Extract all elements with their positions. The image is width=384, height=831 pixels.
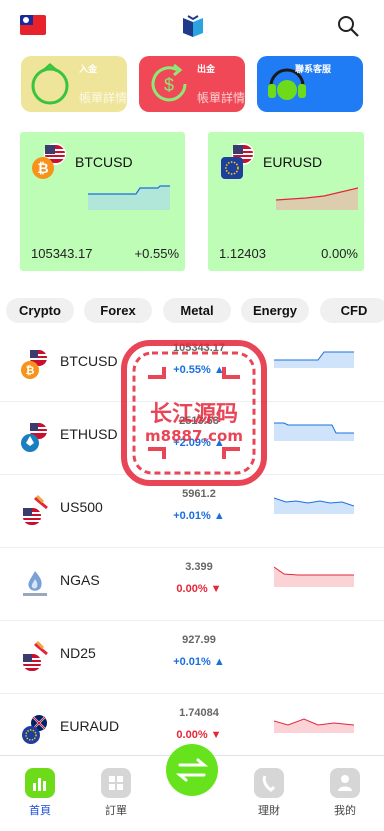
grid-icon [101,768,131,798]
user-icon [330,768,360,798]
symbol-name: ETHUSD [60,426,118,442]
change-value: +0.01% ▲ [173,510,225,522]
symbol-name: EURAUD [60,718,120,734]
featured-card-btcusd[interactable]: ₿ BTCUSD 105343.17 +0.55% [20,132,185,271]
withdraw-card[interactable]: $ 出金 帳單詳情 [139,56,245,112]
row-sparkline [274,718,354,733]
featured-sparkline [88,185,170,210]
tab-forex[interactable]: Forex [84,298,152,323]
symbol-name: NGAS [60,572,100,588]
us500-flags-icon [23,494,48,525]
symbol-name: BTCUSD [60,353,118,369]
nav-home[interactable]: 首頁 [15,768,65,828]
price-value: 105343.17 [173,342,225,354]
symbol-name: US500 [60,499,103,515]
taiwan-flag-icon[interactable] [20,15,46,35]
btc-usd-flags-icon: ₿ [32,143,66,179]
tab-crypto[interactable]: Crypto [6,298,74,323]
eur-aud-flags-icon [22,715,47,744]
price-value: 1.74084 [179,707,219,719]
change-value: +0.55% ▲ [173,364,225,376]
nav-orders-label: 訂單 [105,805,127,817]
app-logo-icon [183,15,203,37]
svg-text:$: $ [164,75,174,95]
price-value: 2513.63 [179,415,219,427]
nav-profile-label: 我的 [334,805,356,817]
nav-finance[interactable]: 理財 [244,768,294,828]
featured-card-eurusd[interactable]: EURUSD 1.12403 0.00% [208,132,364,271]
support-card[interactable]: 聯系客服 [257,56,363,112]
wallet-icon [31,63,69,105]
nav-profile[interactable]: 我的 [320,768,370,828]
featured-symbol: BTCUSD [75,154,133,170]
change-value: 0.00% ▼ [176,583,222,595]
row-sparkline [274,497,354,514]
list-item-ngas[interactable]: NGAS 3.399 0.00% ▼ [0,548,384,621]
svg-text:₿: ₿ [26,365,35,377]
nd25-flags-icon [23,640,48,671]
featured-price: 105343.17 [31,246,93,261]
deposit-title: 入金 [79,64,98,74]
price-value: 5961.2 [182,488,216,500]
row-sparkline [274,351,354,368]
ngas-flame-icon [23,571,47,596]
tab-energy[interactable]: Energy [241,298,309,323]
dollar-refresh-icon: $ [151,63,187,102]
row-sparkline [274,422,354,441]
symbol-name: ND25 [60,645,96,661]
featured-change: 0.00% [321,246,358,261]
deposit-subtitle: 帳單詳情 [79,91,127,105]
phone-icon [254,768,284,798]
svg-text:₿: ₿ [37,160,48,176]
list-item-btcusd[interactable]: ₿ BTCUSD 105343.17 +0.55% ▲ [0,329,384,402]
swap-arrows-icon [175,758,209,782]
price-value: 927.99 [182,634,216,646]
nav-home-label: 首頁 [29,805,51,817]
list-item-us500[interactable]: US500 5961.2 +0.01% ▲ [0,475,384,548]
withdraw-subtitle: 帳單詳情 [197,91,245,105]
eth-usd-flags-icon [21,423,47,452]
featured-sparkline [276,187,358,210]
change-value: 0.00% ▼ [176,729,222,741]
btc-usd-flags-icon: ₿ [21,350,47,379]
eur-usd-flags-icon [221,143,254,179]
search-icon[interactable] [336,14,360,38]
featured-change: +0.55% [134,246,179,261]
tab-cfd[interactable]: CFD [320,298,384,323]
withdraw-title: 出金 [197,64,216,74]
list-item-nd25[interactable]: ND25 927.99 +0.01% ▲ [0,621,384,694]
nav-orders[interactable]: 訂單 [91,768,141,828]
featured-price: 1.12403 [219,246,266,261]
header [0,0,384,52]
app-root: 入金 帳單詳情 $ 出金 帳單詳情 聯系客服 ₿ BTCUSD 105343.1… [0,0,384,831]
nav-finance-label: 理財 [258,805,280,817]
support-title: 聯系客服 [295,64,332,74]
row-sparkline [274,566,354,587]
trade-swap-button[interactable] [166,744,218,796]
deposit-card[interactable]: 入金 帳單詳情 [21,56,127,112]
list-item-ethusd[interactable]: ETHUSD 2513.63 +2.09% ▲ [0,402,384,475]
featured-symbol: EURUSD [263,154,323,170]
price-value: 3.399 [185,561,213,573]
change-value: +0.01% ▲ [173,656,225,668]
change-value: +2.09% ▲ [173,437,225,449]
tab-metal[interactable]: Metal [163,298,231,323]
chart-bars-icon [25,768,55,798]
